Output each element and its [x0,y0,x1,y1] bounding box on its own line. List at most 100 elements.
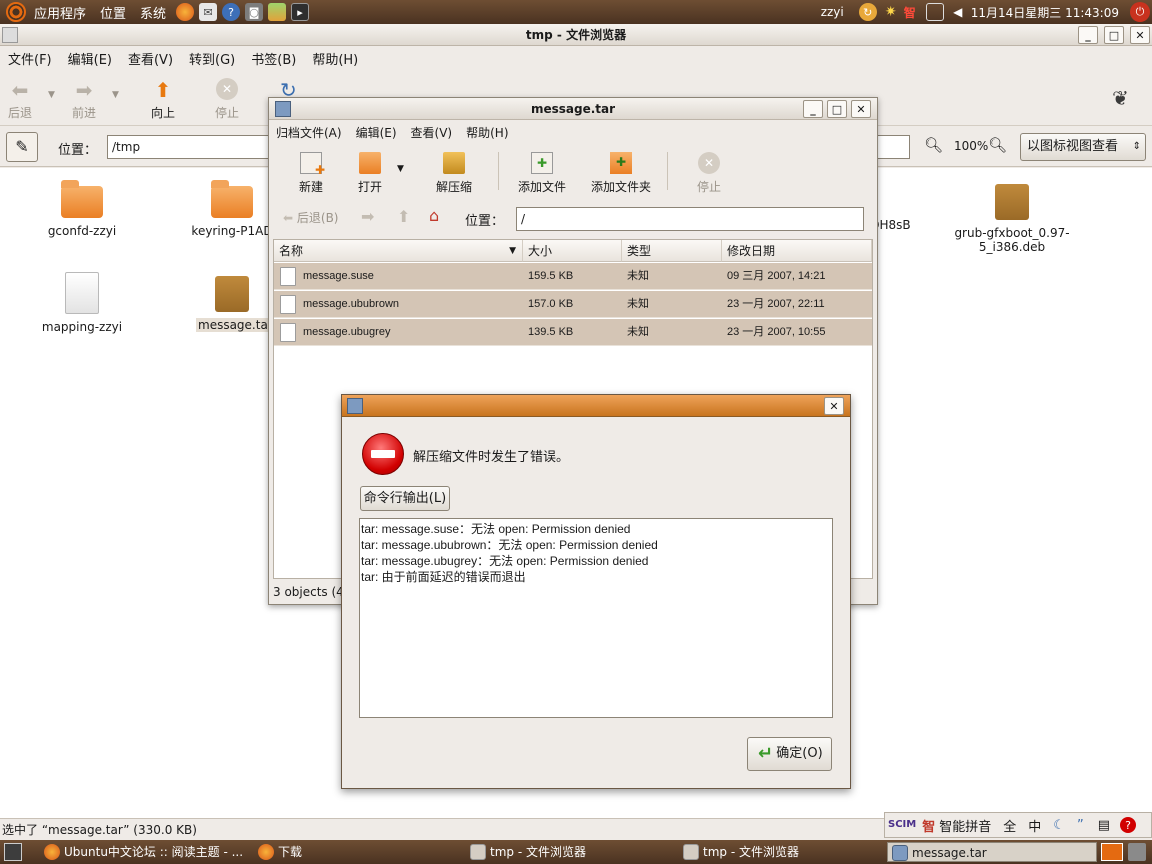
top-panel-tray: zzyi ↻ ✷ 智 ◀ 11月14日星期三 11:43:09 ⏻ [821,0,1152,24]
forward-dropdown-icon[interactable]: ▼ [112,90,119,100]
forward-button[interactable]: ➡ 前进 [58,78,110,121]
table-row[interactable]: message.suse 159.5 KB 未知 09 三月 2007, 14:… [274,263,872,290]
screenshot-icon[interactable]: ◙ [245,3,264,21]
scim-logo[interactable]: SCIM [888,820,916,830]
package-icon [995,184,1029,220]
open-archive-button[interactable]: 打开 [344,152,396,195]
taskbar-item[interactable]: tmp - 文件浏览器 [679,842,884,862]
log-line: tar: message.ubugrey：无法 open: Permission… [361,554,649,568]
menu-help[interactable]: 帮助(H) [312,49,358,68]
folder-icon [61,180,103,218]
menu-edit[interactable]: 编辑(E) [68,49,112,68]
edit-location-button[interactable]: ✎ [6,132,38,162]
error-dialog-titlebar[interactable]: ✕ [342,395,850,417]
display-icon[interactable] [925,3,944,21]
close-button[interactable]: ✕ [1130,26,1150,44]
gimp-icon[interactable] [268,3,287,21]
ime-fullwidth[interactable]: 全 [1003,816,1016,835]
minimize-button[interactable]: _ [803,100,823,118]
window-menu-icon[interactable] [2,27,18,43]
home-icon[interactable]: ⌂ [429,206,439,225]
maximize-button[interactable]: □ [1104,26,1124,44]
stop-button[interactable]: ✕ 停止 [683,152,735,195]
new-archive-button[interactable]: ✚ 新建 [285,152,337,195]
menu-applications[interactable]: 应用程序 [34,3,86,22]
maximize-button[interactable]: □ [827,100,847,118]
table-row[interactable]: message.ubugrey 139.5 KB 未知 23 一月 2007, … [274,319,872,346]
taskbar-item-active[interactable]: message.tar [887,842,1097,862]
extract-button[interactable]: 解压缩 [428,152,480,195]
forward-arrow-icon: ➡ [75,78,93,102]
file-item[interactable]: gconfd-zzyi [32,176,132,238]
help-icon[interactable]: ? [222,3,241,21]
stop-button[interactable]: ✕ 停止 [201,78,253,121]
show-desktop-icon[interactable] [4,843,22,861]
menu-archive[interactable]: 归档文件(A) [276,124,342,141]
taskbar-item[interactable]: Ubuntu中文论坛 :: 阅读主题 - ... [40,842,250,862]
file-item[interactable]: keyring-P1AD [182,176,282,238]
clock[interactable]: 11月14日星期三 11:43:09 [971,4,1119,21]
power-icon[interactable]: ⏻ [1130,2,1150,22]
weather-sun-icon[interactable]: ✷ [882,3,900,21]
taskbar-item[interactable]: 下载 [254,842,454,862]
zoom-out-icon[interactable]: 🔍︎ [924,136,943,154]
up-arrow-icon: ⬆ [154,78,172,102]
forward-arrow-icon[interactable]: ➡ [361,207,374,226]
add-folder-button[interactable]: ✚ 添加文件夹 [585,152,657,195]
ime-help-icon[interactable]: ? [1119,817,1136,833]
back-dropdown-icon[interactable]: ▼ [48,90,55,100]
file-item[interactable]: mapping-zzyi [32,266,132,334]
workspace-switcher[interactable] [1101,843,1123,861]
ok-button[interactable]: ↵ 确定(O) [747,737,832,771]
close-button[interactable]: ✕ [851,100,871,118]
moon-icon[interactable]: ☾ [1053,818,1065,833]
ubuntu-logo-icon[interactable] [6,2,26,22]
updown-icon: ⇕ [1132,141,1141,152]
column-size[interactable]: 大小 [523,240,622,262]
column-type[interactable]: 类型 [622,240,722,262]
trash-icon[interactable] [1128,843,1146,861]
column-name[interactable]: 名称 ▼ [274,240,523,262]
menu-bookmarks[interactable]: 书签(B) [251,49,296,68]
file-item[interactable]: grub-gfxboot_0.97-5_i386.deb [942,176,1082,254]
ime-mode[interactable]: 智能拼音 [939,816,991,835]
file-roller-titlebar[interactable]: message.tar _ □ ✕ [269,98,877,120]
ime-tray-label[interactable]: 智 [904,4,916,21]
ime-chinese[interactable]: 中 [1028,816,1041,835]
file-item-selected[interactable]: message.tar [196,268,275,332]
menu-view[interactable]: 查看(V) [128,49,173,68]
log-line: tar: 由于前面延迟的错误而退出 [361,570,526,584]
minimize-button[interactable]: _ [1078,26,1098,44]
up-arrow-icon[interactable]: ⬆ [397,207,410,226]
update-icon[interactable]: ↻ [858,3,877,21]
command-output-button[interactable]: 命令行输出(L) [360,486,450,511]
terminal-icon[interactable]: ▸ [291,3,310,21]
menu-go[interactable]: 转到(G) [189,49,235,68]
nautilus-titlebar[interactable]: tmp - 文件浏览器 _ □ ✕ [0,24,1152,46]
command-output-log[interactable]: tar: message.suse：无法 open: Permission de… [359,518,833,718]
volume-icon[interactable]: ◀ [949,3,967,21]
punct-icon[interactable]: ” [1077,818,1084,833]
firefox-icon[interactable] [176,3,195,21]
menu-places[interactable]: 位置 [100,3,126,22]
view-mode-select[interactable]: 以图标视图查看 ⇕ [1020,133,1146,161]
add-files-button[interactable]: ✚ 添加文件 [512,152,572,195]
column-date[interactable]: 修改日期 [722,240,872,262]
close-button[interactable]: ✕ [824,397,844,415]
nav-back-button[interactable]: ⬅ 后退(B) [283,209,339,226]
taskbar-item[interactable]: tmp - 文件浏览器 [466,842,671,862]
archive-location-input[interactable]: / [516,207,864,231]
up-button[interactable]: ⬆ 向上 [137,78,189,121]
menu-file[interactable]: 文件(F) [8,49,52,68]
open-dropdown-icon[interactable]: ▼ [397,164,404,174]
keyboard-icon[interactable]: ▤ [1098,818,1110,833]
back-button[interactable]: ⬅ 后退 [0,78,46,121]
archive-app-icon[interactable] [275,101,291,117]
menu-view[interactable]: 查看(V) [411,124,453,141]
table-row[interactable]: message.ububrown 157.0 KB 未知 23 一月 2007,… [274,291,872,318]
zoom-in-icon[interactable]: 🔍︎ [988,136,1007,154]
mail-icon[interactable]: ✉ [199,3,218,21]
menu-system[interactable]: 系统 [140,3,166,22]
menu-help[interactable]: 帮助(H) [466,124,508,141]
menu-edit[interactable]: 编辑(E) [356,124,397,141]
